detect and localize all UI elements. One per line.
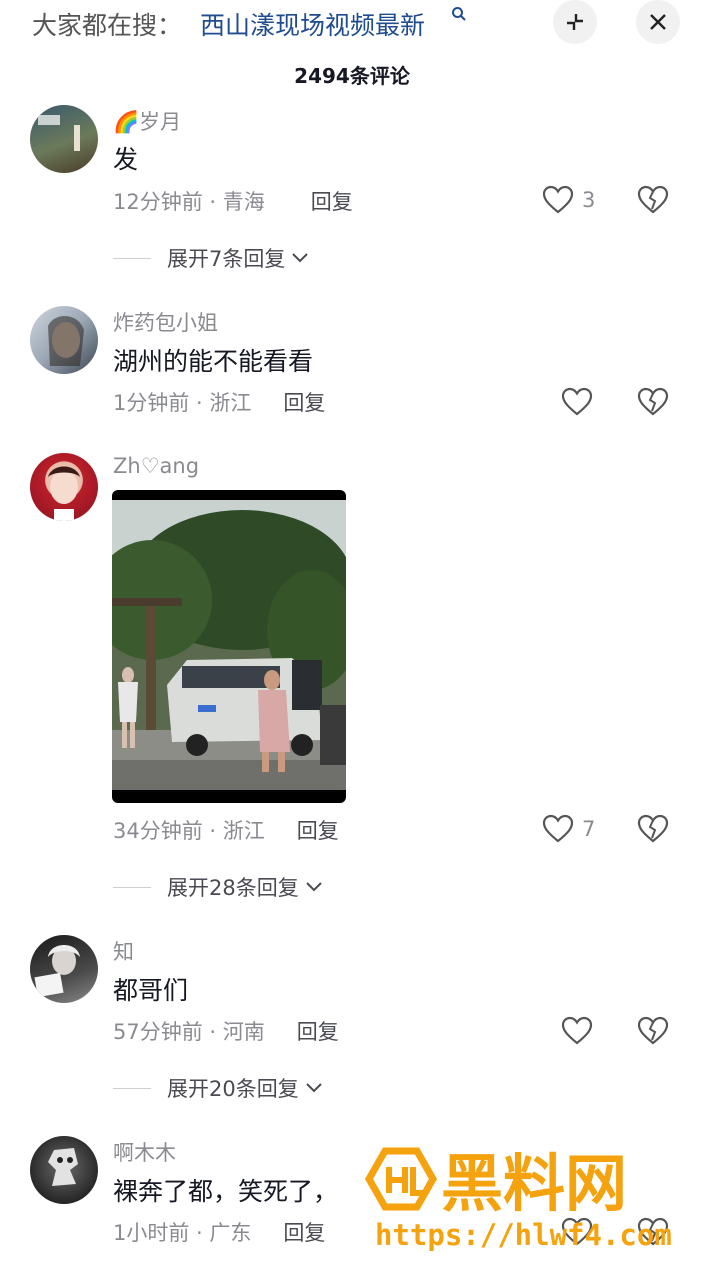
dislike-button[interactable] [637, 813, 669, 845]
comment-username[interactable]: 🌈岁月 [113, 106, 181, 136]
reply-button[interactable]: 回复 [311, 190, 353, 214]
reply-button[interactable]: 回复 [297, 1020, 339, 1044]
like-button[interactable] [561, 386, 593, 418]
dislike-button[interactable] [637, 184, 669, 216]
like-button[interactable]: 7 [542, 813, 595, 845]
comment-text: 发 [113, 145, 139, 174]
close-button[interactable] [636, 0, 680, 44]
avatar[interactable] [30, 105, 98, 173]
like-button[interactable]: 3 [542, 184, 595, 216]
comment-count: 2494条评论 [294, 64, 410, 88]
comment-username[interactable]: 啊木木 [113, 1137, 176, 1167]
reply-button[interactable]: 回复 [283, 1221, 325, 1245]
comment-text: 湖州的能不能看看 [113, 347, 314, 376]
expand-replies[interactable]: 展开28条回复 [113, 873, 323, 901]
close-icon [650, 14, 666, 30]
heart-icon [542, 814, 574, 843]
like-button[interactable] [561, 1015, 593, 1047]
comment-meta: 34分钟前 · 浙江 回复 [113, 815, 339, 845]
search-prefix: 大家都在搜： [32, 11, 183, 40]
comment-username[interactable]: 知 [113, 936, 134, 966]
like-count: 7 [582, 817, 596, 841]
expand-replies-label: 展开7条回复 [167, 247, 286, 271]
comment-time-location: 1分钟前 · 浙江 [113, 391, 252, 415]
watermark-logo: 黑料网 https://hlwf4.com [364, 1147, 672, 1252]
divider-line [113, 1087, 151, 1089]
comment-text: 裸奔了都，笑死了， [113, 1177, 339, 1206]
collapse-icon [567, 14, 583, 30]
heart-icon [542, 185, 574, 214]
comment-meta: 57分钟前 · 河南 回复 [113, 1016, 339, 1046]
heart-icon [561, 1016, 593, 1045]
collapse-button[interactable] [553, 0, 597, 44]
avatar[interactable] [30, 1136, 98, 1204]
avatar[interactable] [30, 453, 98, 521]
comment-time-location: 57分钟前 · 河南 [113, 1020, 265, 1044]
broken-heart-icon [637, 387, 669, 416]
expand-replies[interactable]: 展开7条回复 [113, 244, 309, 272]
comment-meta: 1小时前 · 广东 回复 [113, 1217, 325, 1247]
avatar[interactable] [30, 306, 98, 374]
divider-line [113, 257, 151, 259]
comment-time-location: 34分钟前 · 浙江 [113, 819, 265, 843]
reply-button[interactable]: 回复 [283, 391, 325, 415]
heart-icon [561, 387, 593, 416]
like-count: 3 [582, 188, 596, 212]
divider-line [113, 886, 151, 888]
expand-replies-label: 展开28条回复 [167, 876, 299, 900]
chevron-down-icon [306, 882, 322, 892]
chevron-down-icon [306, 1083, 322, 1093]
watermark-title: 黑料网 [441, 1147, 627, 1220]
dislike-button[interactable] [637, 1015, 669, 1047]
expand-replies-label: 展开20条回复 [167, 1077, 299, 1101]
avatar[interactable] [30, 935, 98, 1003]
reply-button[interactable]: 回复 [297, 819, 339, 843]
dislike-button[interactable] [637, 386, 669, 418]
search-icon [452, 7, 466, 21]
watermark-url: https://hlwf4.com [375, 1218, 672, 1252]
comment-username[interactable]: 炸药包小姐 [113, 307, 218, 337]
broken-heart-icon [637, 1016, 669, 1045]
top-bar: 大家都在搜： 西山漾现场视频最新 [0, 0, 704, 44]
expand-replies[interactable]: 展开20条回复 [113, 1074, 323, 1102]
broken-heart-icon [637, 185, 669, 214]
comment-image[interactable] [112, 490, 346, 803]
chevron-down-icon [292, 253, 309, 263]
broken-heart-icon [637, 814, 669, 843]
comment-time-location: 12分钟前 · 青海 [113, 190, 265, 214]
comment-text: 都哥们 [113, 976, 189, 1005]
search-suggestion-link[interactable]: 西山漾现场视频最新 [200, 6, 425, 42]
comment-meta: 1分钟前 · 浙江 回复 [113, 387, 325, 417]
comment-time-location: 1小时前 · 广东 [113, 1221, 252, 1245]
comment-username[interactable]: Zh♡ang [113, 454, 199, 478]
comment-meta: 12分钟前 · 青海 回复 [113, 186, 353, 216]
